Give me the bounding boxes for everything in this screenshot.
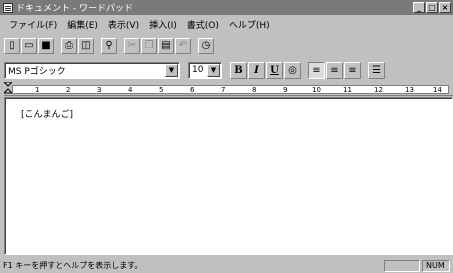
- window-title: ドキュメント - ワードパッド: [16, 4, 133, 14]
- document-text[interactable]: [こんまんご]: [21, 107, 73, 120]
- menu-bar: ファイル(F) 編集(E) 表示(V) 挿入(I) 書式(O) ヘルプ(H): [0, 16, 453, 32]
- chevron-down-icon[interactable]: ▼: [165, 63, 178, 77]
- new-document-icon[interactable]: ▯: [4, 38, 20, 54]
- menu-format[interactable]: 書式(O): [182, 18, 224, 31]
- window-controls: _ □ ×: [413, 2, 451, 13]
- ruler-tick-label: 1: [35, 86, 40, 94]
- maximize-button[interactable]: □: [426, 2, 438, 13]
- ruler-tick-label: 8: [252, 86, 257, 94]
- copy-icon[interactable]: ❐: [141, 38, 157, 54]
- save-disk-icon[interactable]: ■: [38, 38, 54, 54]
- ruler-tick-label: 7: [221, 86, 226, 94]
- status-message: F1 キーを押すとヘルプを表示します。: [3, 261, 143, 270]
- italic-button[interactable]: I: [248, 61, 265, 79]
- insert-datetime-icon[interactable]: ◷: [198, 38, 214, 54]
- close-button[interactable]: ×: [439, 2, 451, 13]
- color-palette-icon[interactable]: ◎: [284, 61, 301, 79]
- print-preview-icon[interactable]: ◫: [78, 38, 94, 54]
- indent-marker-icon[interactable]: [4, 82, 12, 94]
- ruler[interactable]: 1 2 3 4 5 6 7 8 9 10 11 12 13 14: [4, 82, 453, 96]
- ruler-scale: 1 2 3 4 5 6 7 8 9 10 11 12 13 14: [12, 85, 449, 94]
- ruler-tick-label: 10: [312, 86, 321, 94]
- ruler-tick-label: 14: [433, 86, 442, 94]
- num-lock-indicator: NUM: [422, 259, 450, 272]
- font-size-select[interactable]: 10 ▼: [188, 61, 222, 79]
- menu-file[interactable]: ファイル(F): [4, 18, 62, 31]
- align-right-button[interactable]: ≡: [344, 61, 361, 79]
- find-binoculars-icon[interactable]: ⚲: [101, 38, 117, 54]
- format-toolbar: MS Pゴシック ▼ 10 ▼ B I U ◎ ≡ ≡ ≡ ☰: [4, 59, 386, 81]
- status-bar: F1 キーを押すとヘルプを表示します。 NUM: [0, 258, 453, 273]
- ruler-tick-label: 6: [190, 86, 195, 94]
- font-name-select[interactable]: MS Pゴシック ▼: [4, 61, 180, 79]
- align-center-button[interactable]: ≡: [326, 61, 343, 79]
- bullets-button[interactable]: ☰: [368, 61, 385, 79]
- open-folder-icon[interactable]: ▭: [21, 38, 37, 54]
- ruler-tick-label: 4: [128, 86, 133, 94]
- ruler-tick-label: 9: [283, 86, 288, 94]
- cut-scissors-icon[interactable]: ✂: [124, 38, 140, 54]
- status-panel-empty: [384, 259, 420, 272]
- bold-button[interactable]: B: [230, 61, 247, 79]
- align-left-button[interactable]: ≡: [308, 61, 325, 79]
- standard-toolbar: ▯ ▭ ■ ⎙ ◫ ⚲ ✂ ❐ ▤ ↶ ◷: [4, 36, 215, 56]
- ruler-tick-label: 13: [405, 86, 414, 94]
- chevron-down-icon[interactable]: ▼: [207, 63, 220, 77]
- menu-insert[interactable]: 挿入(I): [144, 18, 182, 31]
- wordpad-app-icon[interactable]: [3, 2, 13, 13]
- paste-clipboard-icon[interactable]: ▤: [158, 38, 174, 54]
- minimize-button[interactable]: _: [413, 2, 425, 13]
- underline-button[interactable]: U: [266, 61, 283, 79]
- undo-icon[interactable]: ↶: [175, 38, 191, 54]
- ruler-tick-label: 12: [374, 86, 383, 94]
- ruler-tick-label: 2: [66, 86, 71, 94]
- menu-view[interactable]: 表示(V): [103, 18, 144, 31]
- document-editor[interactable]: [こんまんご]: [4, 97, 453, 255]
- menu-help[interactable]: ヘルプ(H): [224, 18, 275, 31]
- title-bar[interactable]: ドキュメント - ワードパッド _ □ ×: [0, 0, 453, 15]
- ruler-tick-label: 11: [343, 86, 352, 94]
- font-size-value: 10: [192, 65, 204, 75]
- print-icon[interactable]: ⎙: [61, 38, 77, 54]
- ruler-tick-label: 5: [159, 86, 164, 94]
- ruler-tick-label: 3: [97, 86, 102, 94]
- font-name-value: MS Pゴシック: [8, 66, 66, 77]
- menu-edit[interactable]: 編集(E): [62, 18, 103, 31]
